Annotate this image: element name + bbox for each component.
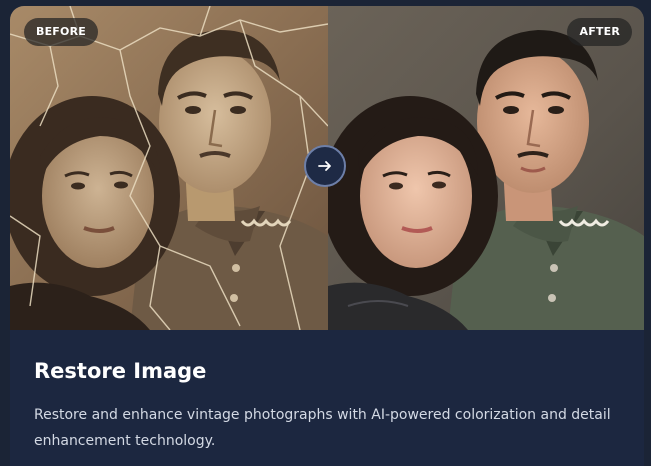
after-badge: AFTER	[567, 18, 632, 46]
arrow-right-icon	[318, 161, 331, 171]
card-title: Restore Image	[34, 359, 207, 383]
after-photo	[328, 6, 644, 330]
before-badge: BEFORE	[24, 18, 98, 46]
feature-card[interactable]: BEFORE AFTER Restore Image Restore and e…	[10, 6, 644, 466]
before-after-comparison: BEFORE AFTER	[10, 6, 644, 330]
compare-arrow-button[interactable]	[304, 145, 346, 187]
before-photo	[10, 6, 328, 330]
card-description: Restore and enhance vintage photographs …	[34, 407, 611, 449]
